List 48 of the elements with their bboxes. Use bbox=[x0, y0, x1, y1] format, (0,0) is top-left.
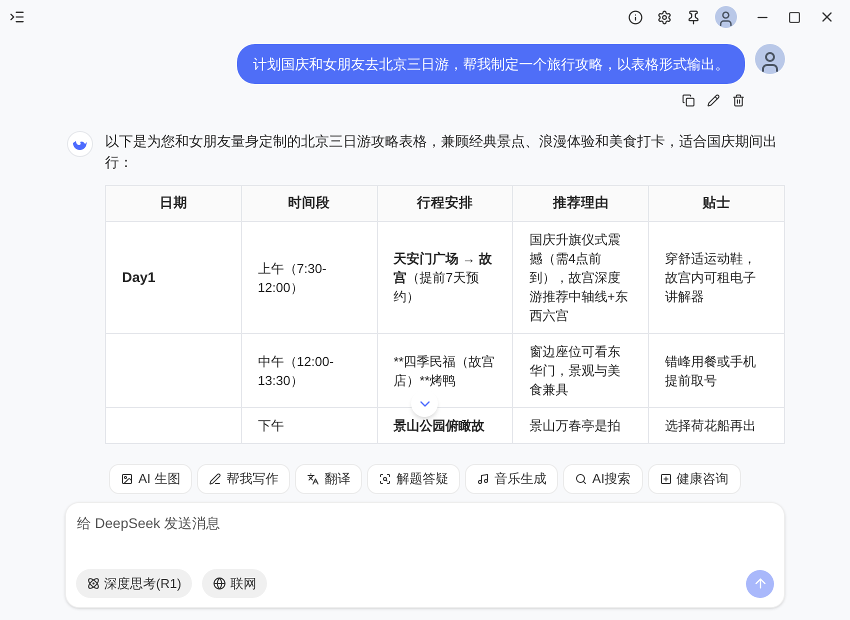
plan-cell: 天安门广场 → 故宫（提前7天预约） bbox=[377, 222, 513, 334]
reason-cell: 窗边座位可看东华门，景观与美食兼具 bbox=[512, 334, 649, 408]
sidebar-toggle-icon[interactable] bbox=[9, 9, 25, 25]
translate-icon bbox=[307, 473, 320, 485]
mode-toggle[interactable]: 联网 bbox=[202, 569, 268, 598]
feature-chip[interactable]: 帮我写作 bbox=[197, 464, 290, 494]
music-note-icon bbox=[477, 473, 490, 485]
tip-cell: 选择荷花船再出 bbox=[648, 408, 784, 444]
column-header: 日期 bbox=[106, 186, 242, 222]
tip-cell: 错峰用餐或手机提前取号 bbox=[648, 334, 784, 408]
avatar bbox=[715, 6, 737, 28]
feature-chip[interactable]: AI搜索 bbox=[563, 464, 643, 494]
avatar bbox=[755, 44, 785, 74]
time-cell: 下午 bbox=[241, 408, 378, 444]
pen-icon bbox=[209, 473, 222, 485]
mode-toggle[interactable]: 深度思考(R1) bbox=[76, 569, 192, 598]
feature-chip[interactable]: 音乐生成 bbox=[465, 464, 558, 494]
feature-chip[interactable]: 解题答疑 bbox=[367, 464, 460, 494]
copy-icon[interactable] bbox=[682, 94, 695, 107]
feature-chip[interactable]: 翻译 bbox=[295, 464, 362, 494]
reason-cell: 国庆升旗仪式震撼（需4点前到），故宫深度游推荐中轴线+东西六宫 bbox=[512, 222, 649, 334]
atom-icon bbox=[87, 577, 100, 590]
time-cell: 上午（7:30-12:00） bbox=[241, 222, 378, 334]
settings-icon[interactable] bbox=[657, 10, 672, 24]
tip-cell: 穿舒适运动鞋，故宫内可租电子讲解器 bbox=[648, 222, 784, 334]
feature-chip[interactable]: 健康咨询 bbox=[648, 464, 741, 494]
column-header: 行程安排 bbox=[377, 186, 513, 222]
assistant-intro-text: 以下是为您和女朋友量身定制的北京三日游攻略表格，兼顾经典景点、浪漫体验和美食打卡，适合国庆期间出行： bbox=[105, 132, 778, 172]
message-input[interactable]: 给 DeepSeek 发送消息 bbox=[76, 513, 774, 534]
column-header: 推荐理由 bbox=[512, 186, 649, 222]
image-icon bbox=[121, 473, 134, 485]
reason-cell: 景山万春亭是拍 bbox=[512, 408, 649, 444]
info-icon[interactable] bbox=[628, 10, 643, 24]
maximize-icon[interactable] bbox=[788, 10, 801, 24]
assistant-logo-icon bbox=[67, 131, 93, 157]
scan-search-icon bbox=[379, 473, 392, 485]
delete-icon[interactable] bbox=[732, 94, 745, 107]
column-header: 时间段 bbox=[241, 186, 378, 222]
user-message-bubble: 计划国庆和女朋友去北京三日游，帮我制定一个旅行攻略，以表格形式输出。 bbox=[237, 44, 745, 84]
column-header: 贴士 bbox=[648, 186, 784, 222]
date-cell: Day1 bbox=[106, 222, 242, 334]
time-cell: 中午（12:00-13:30） bbox=[241, 334, 378, 408]
search-icon bbox=[575, 473, 588, 485]
edit-icon[interactable] bbox=[707, 94, 720, 107]
plus-square-icon bbox=[660, 473, 672, 485]
globe-icon bbox=[213, 577, 226, 590]
pin-icon[interactable] bbox=[686, 10, 701, 24]
feature-chip[interactable]: AI 生图 bbox=[109, 464, 192, 494]
